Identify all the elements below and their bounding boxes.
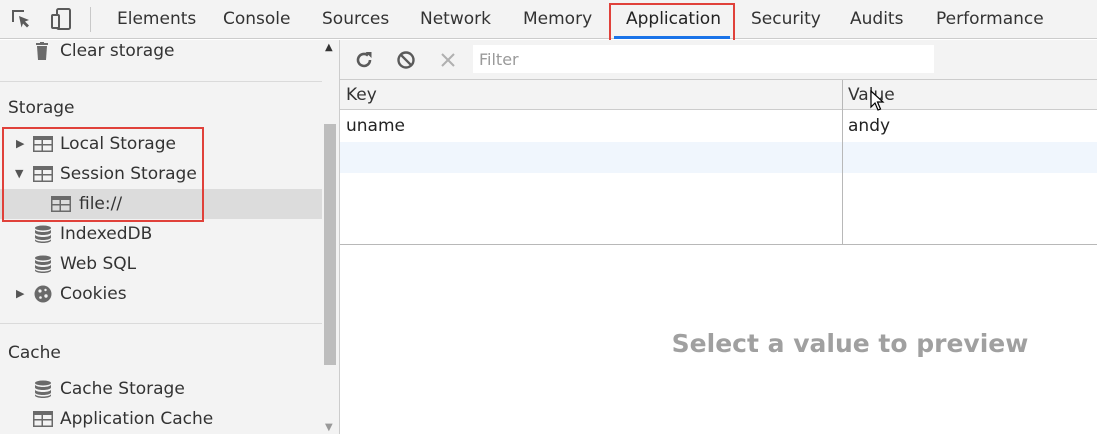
storage-data-grid: Key Value uname andy: [340, 80, 1097, 245]
tab-performance[interactable]: Performance: [936, 0, 1044, 39]
cookie-icon: [33, 285, 53, 303]
preview-placeholder: Select a value to preview: [671, 329, 1029, 358]
sidebar-item-indexeddb[interactable]: IndexedDB: [0, 219, 322, 249]
highlight-box-application-tab: [609, 3, 735, 43]
devtools-toolbar: Elements Console Sources Network Memory …: [0, 0, 1097, 39]
tab-memory[interactable]: Memory: [523, 0, 592, 39]
grid-table-icon: [33, 410, 53, 428]
scrollbar-thumb[interactable]: [324, 124, 336, 365]
toolbar-separator: [90, 7, 91, 32]
table-row[interactable]: uname andy: [340, 111, 1097, 142]
column-header-key[interactable]: Key: [346, 80, 377, 110]
expand-arrow-icon[interactable]: ▶: [16, 279, 24, 309]
sidebar-separator: [0, 81, 322, 82]
database-icon: [33, 255, 53, 273]
tab-console[interactable]: Console: [223, 0, 291, 39]
tab-sources[interactable]: Sources: [322, 0, 389, 39]
database-icon: [33, 225, 53, 243]
application-sidebar: Clear storage Storage ▶ Local Storage ▼ …: [0, 40, 339, 434]
delete-selected-icon[interactable]: [437, 49, 459, 71]
tab-network[interactable]: Network: [420, 0, 491, 39]
inspect-element-icon[interactable]: [8, 6, 34, 32]
section-title-storage: Storage: [8, 98, 75, 118]
cell-key[interactable]: uname: [346, 111, 405, 142]
scroll-down-arrow-icon[interactable]: ▼: [325, 422, 333, 433]
database-icon: [33, 380, 53, 398]
tab-audits[interactable]: Audits: [850, 0, 903, 39]
mouse-cursor-icon: [870, 90, 886, 112]
refresh-icon[interactable]: [353, 49, 375, 71]
sidebar-item-web-sql[interactable]: Web SQL: [0, 249, 322, 279]
trash-icon: [32, 42, 52, 60]
scroll-up-arrow-icon[interactable]: ▲: [325, 42, 333, 53]
tab-elements[interactable]: Elements: [117, 0, 196, 39]
highlight-box-session-storage: [2, 127, 204, 222]
sidebar-item-clear-storage[interactable]: Clear storage: [0, 40, 322, 66]
sidebar-item-cache-storage[interactable]: Cache Storage: [0, 374, 322, 404]
tab-security[interactable]: Security: [751, 0, 821, 39]
sidebar-item-application-cache[interactable]: Application Cache: [0, 404, 322, 434]
filter-input[interactable]: [473, 45, 934, 73]
cell-value[interactable]: andy: [848, 111, 890, 142]
section-title-cache: Cache: [8, 343, 61, 363]
column-divider[interactable]: [842, 80, 843, 245]
device-toolbar-icon[interactable]: [48, 6, 74, 32]
sidebar-separator: [0, 323, 322, 324]
sidebar-item-cookies[interactable]: ▶ Cookies: [0, 279, 322, 309]
table-row-empty[interactable]: [340, 142, 1097, 173]
value-preview-pane: Select a value to preview: [340, 245, 1097, 434]
clear-all-icon[interactable]: [395, 49, 417, 71]
grid-header: Key Value: [340, 80, 1097, 110]
